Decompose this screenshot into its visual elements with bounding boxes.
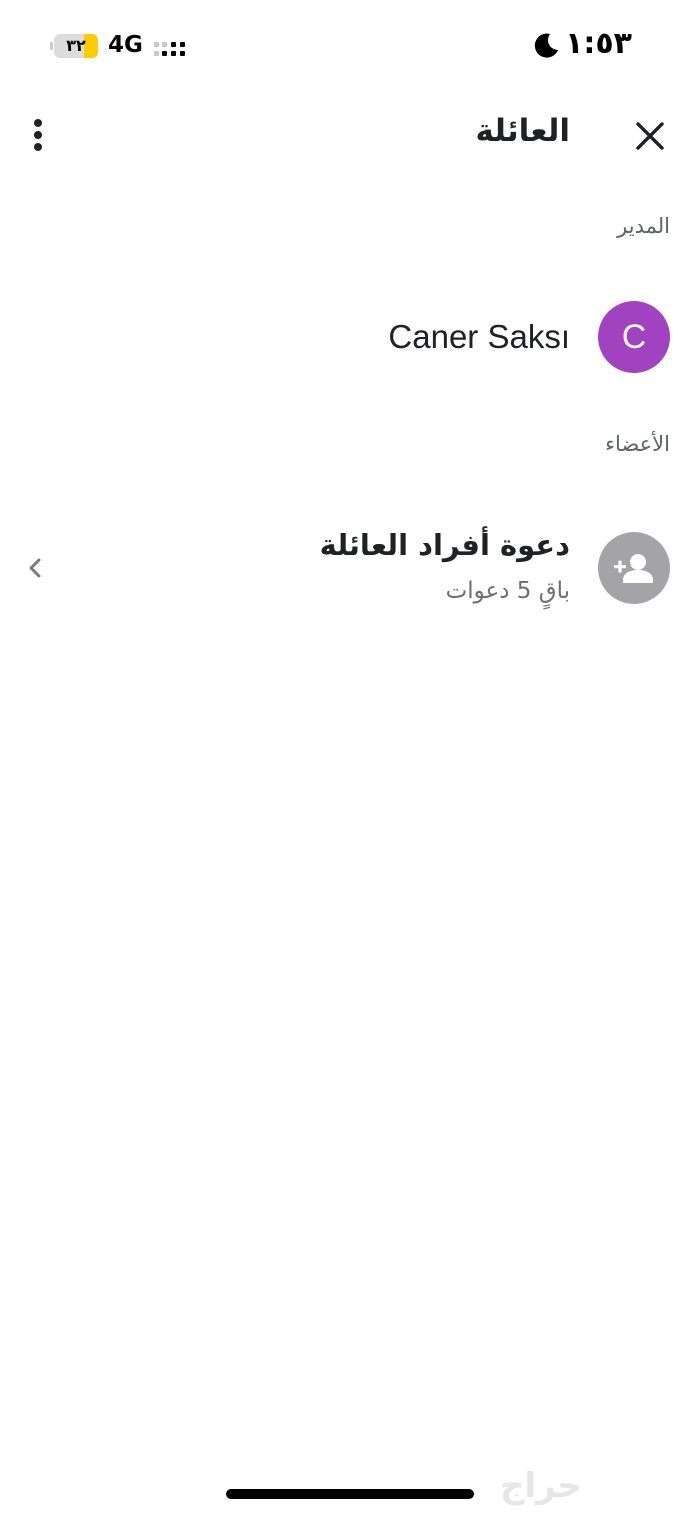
battery-level-text: ٣٢: [66, 36, 86, 55]
manager-section-label: المدير: [617, 214, 670, 238]
more-vert-icon[interactable]: [22, 118, 54, 152]
network-type: 4G: [108, 32, 143, 58]
battery-indicator: ٣٢: [50, 34, 98, 58]
members-section-label: الأعضاء: [605, 432, 670, 456]
invite-title: دعوة أفراد العائلة: [319, 528, 570, 562]
status-time: ١:٥٣: [565, 26, 632, 61]
chevron-left-icon: [29, 558, 41, 578]
close-icon[interactable]: [634, 120, 666, 152]
moon-icon: [534, 33, 558, 58]
watermark-logo: حراج: [500, 1466, 582, 1506]
person-add-icon: [614, 554, 653, 583]
signal-icon: [154, 42, 185, 56]
invite-subtitle: باقٍ 5 دعوات: [445, 578, 570, 604]
invite-avatar: [598, 532, 670, 604]
avatar: C: [598, 301, 670, 373]
page-title: العائلة: [475, 113, 571, 149]
manager-name: Caner Saksı: [388, 318, 570, 355]
home-indicator[interactable]: [226, 1489, 474, 1499]
